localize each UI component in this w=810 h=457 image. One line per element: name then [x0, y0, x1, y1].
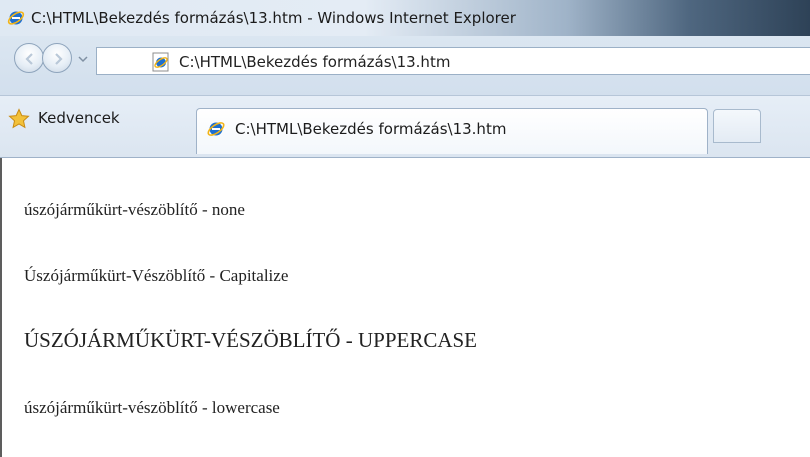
- back-arrow-icon: [25, 53, 33, 65]
- forward-arrow-icon: [55, 53, 63, 65]
- text-lowercase: úszójárműkürt-vészöblítő - lowercase: [24, 398, 280, 417]
- tab-current[interactable]: C:\HTML\Bekezdés formázás\13.htm: [196, 108, 708, 154]
- ie-icon: [207, 122, 225, 136]
- new-tab-button[interactable]: [713, 109, 761, 143]
- tab-bar: Kedvencek C:\HTML\Bekezdés formázás\13.h…: [0, 96, 810, 158]
- address-bar[interactable]: C:\HTML\Bekezdés formázás\13.htm: [96, 47, 810, 75]
- navigation-bar: C:\HTML\Bekezdés formázás\13.htm: [0, 36, 810, 96]
- forward-button[interactable]: [42, 43, 72, 73]
- window-title: C:\HTML\Bekezdés formázás\13.htm - Windo…: [31, 9, 516, 27]
- window-title-bar[interactable]: C:\HTML\Bekezdés formázás\13.htm - Windo…: [0, 0, 810, 36]
- back-button[interactable]: [14, 43, 44, 73]
- favorites-label: Kedvencek: [38, 109, 120, 127]
- text-none: úszójárműkürt-vészöblítő - none: [24, 200, 245, 219]
- tab-label: C:\HTML\Bekezdés formázás\13.htm: [235, 120, 507, 138]
- history-dropdown-icon[interactable]: [78, 55, 88, 63]
- ie-icon: [7, 11, 25, 25]
- text-uppercase: ÚSZÓJÁRMŰKÜRT-VÉSZÖBLÍTŐ - UPPERCASE: [24, 328, 478, 352]
- ie-page-icon: [152, 52, 169, 72]
- address-url[interactable]: C:\HTML\Bekezdés formázás\13.htm: [179, 53, 450, 71]
- star-icon: [8, 108, 30, 129]
- text-capitalize: Úszójárműkürt-Vészöblítő - Capitalize: [24, 266, 289, 285]
- page-content: úszójárműkürt-vészöblítő - none Úszójárm…: [0, 158, 810, 457]
